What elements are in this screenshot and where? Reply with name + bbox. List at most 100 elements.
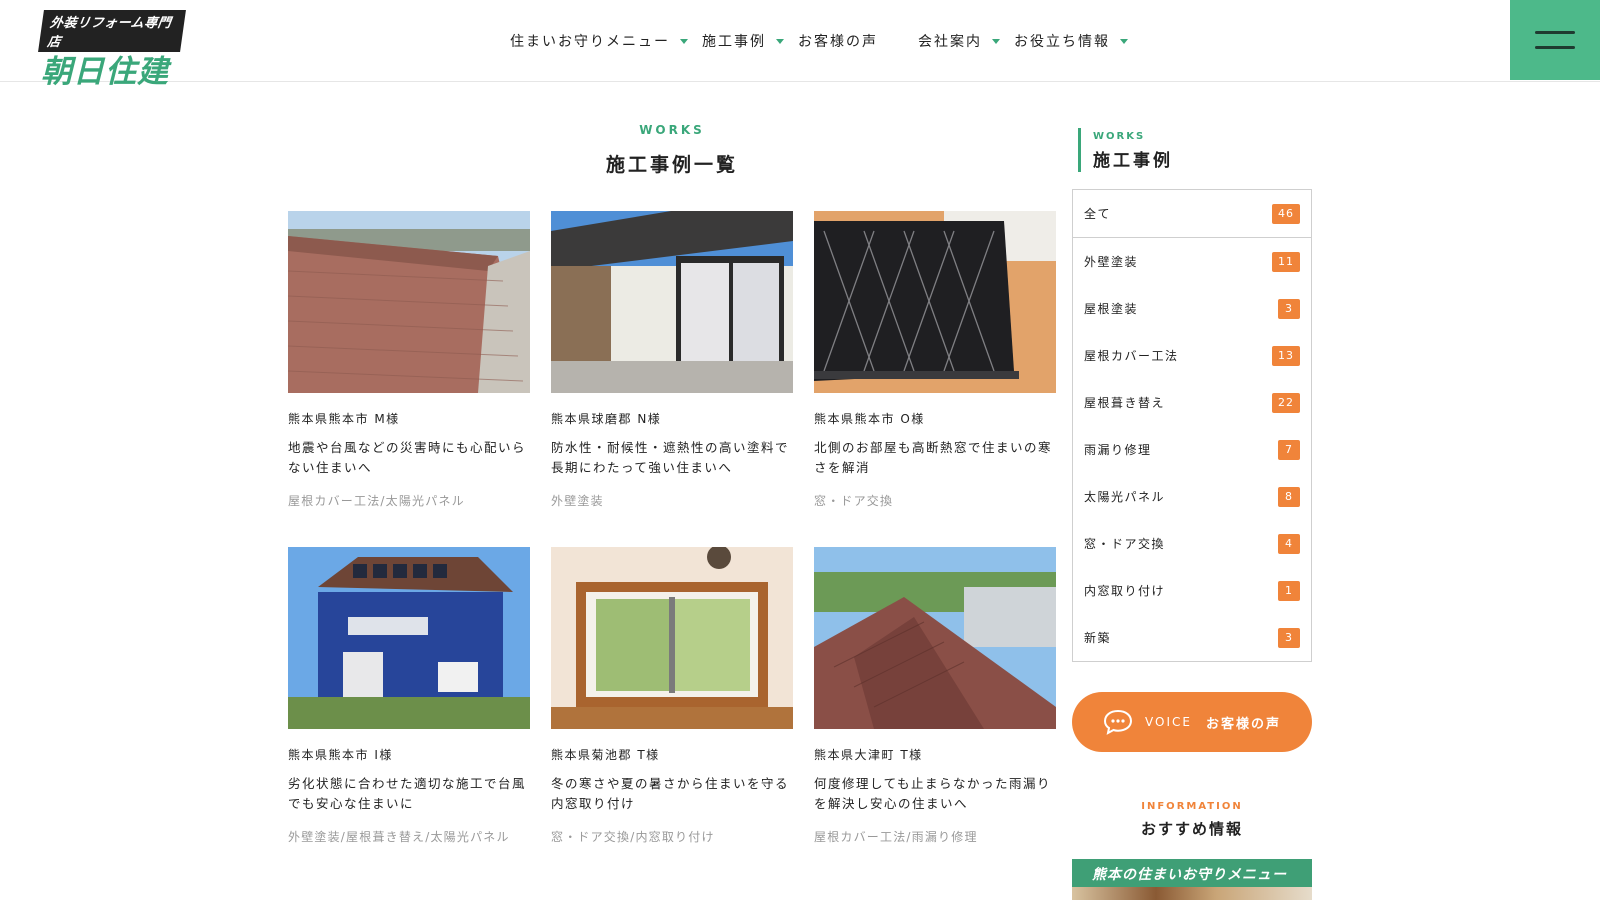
work-location: 熊本県球磨郡 N様 xyxy=(551,412,662,426)
work-photo-inner-window xyxy=(551,547,793,729)
hamburger-menu-button[interactable] xyxy=(1510,0,1600,80)
nav-item-menu[interactable]: 住まいお守りメニュー xyxy=(510,31,688,51)
work-categories: 窓・ドア交換/内窓取り付け xyxy=(551,830,715,844)
logo-tagline: 外装リフォーム専門店 xyxy=(38,10,186,52)
work-title: 劣化状態に合わせた適切な施工で台風でも安心な住まいに xyxy=(288,776,527,811)
work-categories: 屋根カバー工法/雨漏り修理 xyxy=(814,830,978,844)
caret-down-icon xyxy=(776,38,784,44)
information-subtitle: INFORMATION xyxy=(1141,801,1243,812)
roof-town-photo-image xyxy=(814,547,1056,729)
information-title: おすすめ情報 xyxy=(1140,820,1243,838)
work-categories: 外壁塗装/屋根葺き替え/太陽光パネル xyxy=(288,830,510,844)
category-count-badge: 22 xyxy=(1272,392,1300,413)
hamburger-line xyxy=(1535,31,1575,34)
roof-photo-image xyxy=(288,211,530,393)
recommended-banner[interactable]: 熊本の住まいお守りメニュー xyxy=(1072,859,1312,900)
work-title: 防水性・耐候性・遮熱性の高い塗料で長期にわたって強い住まいへ xyxy=(551,440,790,475)
site-logo[interactable]: 外装リフォーム専門店 朝日住建 xyxy=(38,10,186,90)
category-name: 窓・ドア交換 xyxy=(1084,537,1166,551)
work-card[interactable]: 熊本県大津町 T様 何度修理しても止まらなかった雨漏りを解決し安心の住まいへ 屋… xyxy=(814,547,1056,847)
work-location: 熊本県熊本市 I様 xyxy=(288,748,393,762)
category-name: 全て xyxy=(1084,207,1112,221)
voice-button-ja-label: お客様の声 xyxy=(1205,716,1281,732)
work-photo-blue-house xyxy=(288,547,530,729)
work-location: 熊本県熊本市 M様 xyxy=(288,412,400,426)
nav-item-label: お役立ち情報 xyxy=(1014,34,1110,50)
work-card[interactable]: 熊本県菊池郡 T様 冬の寒さや夏の暑さから住まいを守る内窓取り付け 窓・ドア交換… xyxy=(551,547,793,847)
customer-voice-button[interactable]: VOICE お客様の声 xyxy=(1072,692,1312,752)
category-item[interactable]: 屋根カバー工法 13 xyxy=(1073,332,1311,379)
nav-item-label: 会社案内 xyxy=(918,34,982,50)
category-name: 新築 xyxy=(1084,631,1112,645)
work-photo-window xyxy=(814,211,1056,393)
category-item[interactable]: 窓・ドア交換 4 xyxy=(1073,520,1311,567)
nav-item-label: 住まいお守りメニュー xyxy=(510,34,670,50)
work-card[interactable]: 熊本県球磨郡 N様 防水性・耐候性・遮熱性の高い塗料で長期にわたって強い住まいへ… xyxy=(551,211,793,511)
site-header: 外装リフォーム専門店 朝日住建 住まいお守りメニュー 施工事例 お客様の声 会社… xyxy=(0,0,1600,90)
logo-company-name: 朝日住建 xyxy=(41,54,169,90)
nav-item-company[interactable]: 会社案内 xyxy=(918,31,1000,51)
sidebar-works-heading: WORKS 施工事例 xyxy=(1078,128,1318,172)
category-item[interactable]: 新築 3 xyxy=(1073,614,1311,661)
inner-window-photo-image xyxy=(551,547,793,729)
category-count-badge: 4 xyxy=(1278,533,1300,554)
sidebar-works-subtitle: WORKS xyxy=(1093,131,1146,142)
category-count-badge: 46 xyxy=(1272,203,1300,224)
category-name: 屋根カバー工法 xyxy=(1084,349,1179,363)
category-name: 外壁塗装 xyxy=(1084,255,1139,269)
banner-title: 熊本の住まいお守りメニュー xyxy=(1092,867,1287,883)
category-count-badge: 3 xyxy=(1278,627,1300,648)
caret-down-icon xyxy=(680,38,688,44)
work-categories: 屋根カバー工法/太陽光パネル xyxy=(288,494,465,508)
blue-house-photo-image xyxy=(288,547,530,729)
speech-bubble-icon xyxy=(1104,709,1133,735)
caret-down-icon xyxy=(992,38,1000,44)
work-card[interactable]: 熊本県熊本市 M様 地震や台風などの災害時にも心配いらない住まいへ 屋根カバー工… xyxy=(288,211,530,511)
sidebar-works-title: 施工事例 xyxy=(1093,151,1173,171)
category-name: 内窓取り付け xyxy=(1084,584,1166,598)
work-categories: 外壁塗装 xyxy=(551,494,604,508)
work-location: 熊本県菊池郡 T様 xyxy=(551,748,660,762)
main-nav: 住まいお守りメニュー 施工事例 お客様の声 会社案内 お役立ち情報 xyxy=(510,31,1142,51)
section-subtitle: WORKS xyxy=(639,123,705,137)
work-photo-roof xyxy=(288,211,530,393)
category-name: 太陽光パネル xyxy=(1084,490,1166,504)
category-name: 雨漏り修理 xyxy=(1084,443,1152,457)
banner-photo-strip xyxy=(1072,887,1312,900)
hamburger-line xyxy=(1535,46,1575,49)
work-photo-house xyxy=(551,211,793,393)
category-count-badge: 11 xyxy=(1272,251,1300,272)
section-title: 施工事例一覧 xyxy=(605,154,738,176)
category-item[interactable]: 雨漏り修理 7 xyxy=(1073,426,1311,473)
category-count-badge: 1 xyxy=(1278,580,1300,601)
category-name: 屋根塗装 xyxy=(1084,302,1139,316)
voice-button-en-label: VOICE xyxy=(1145,715,1192,729)
category-count-badge: 3 xyxy=(1278,298,1300,319)
category-item[interactable]: 内窓取り付け 1 xyxy=(1073,567,1311,614)
work-title: 冬の寒さや夏の暑さから住まいを守る内窓取り付け xyxy=(551,776,790,811)
work-title: 何度修理しても止まらなかった雨漏りを解決し安心の住まいへ xyxy=(814,776,1052,811)
work-location: 熊本県大津町 T様 xyxy=(814,748,923,762)
category-count-badge: 7 xyxy=(1278,439,1300,460)
category-count-badge: 13 xyxy=(1272,345,1300,366)
nav-item-label: お客様の声 xyxy=(798,34,878,50)
category-count-badge: 8 xyxy=(1278,486,1300,507)
nav-item-info[interactable]: お役立ち情報 xyxy=(1014,31,1128,51)
work-photo-roof-town xyxy=(814,547,1056,729)
house-photo-image xyxy=(551,211,793,393)
nav-item-label: 施工事例 xyxy=(702,34,766,50)
category-item[interactable]: 屋根葺き替え 22 xyxy=(1073,379,1311,426)
category-list: 全て 46 外壁塗装 11 屋根塗装 3 屋根カバー工法 13 屋根葺き替え 2… xyxy=(1072,189,1312,662)
category-item-all[interactable]: 全て 46 xyxy=(1073,190,1311,238)
category-name: 屋根葺き替え xyxy=(1084,396,1166,410)
work-categories: 窓・ドア交換 xyxy=(814,494,894,508)
nav-item-works[interactable]: 施工事例 xyxy=(702,31,784,51)
work-location: 熊本県熊本市 O様 xyxy=(814,412,925,426)
category-item[interactable]: 屋根塗装 3 xyxy=(1073,285,1311,332)
nav-item-voice[interactable]: お客様の声 xyxy=(798,31,878,51)
window-photo-image xyxy=(814,211,1056,393)
category-item[interactable]: 太陽光パネル 8 xyxy=(1073,473,1311,520)
category-item[interactable]: 外壁塗装 11 xyxy=(1073,238,1311,285)
work-card[interactable]: 熊本県熊本市 I様 劣化状態に合わせた適切な施工で台風でも安心な住まいに 外壁塗… xyxy=(288,547,530,847)
work-card[interactable]: 熊本県熊本市 O様 北側のお部屋も高断熱窓で住まいの寒さを解消 窓・ドア交換 xyxy=(814,211,1056,511)
